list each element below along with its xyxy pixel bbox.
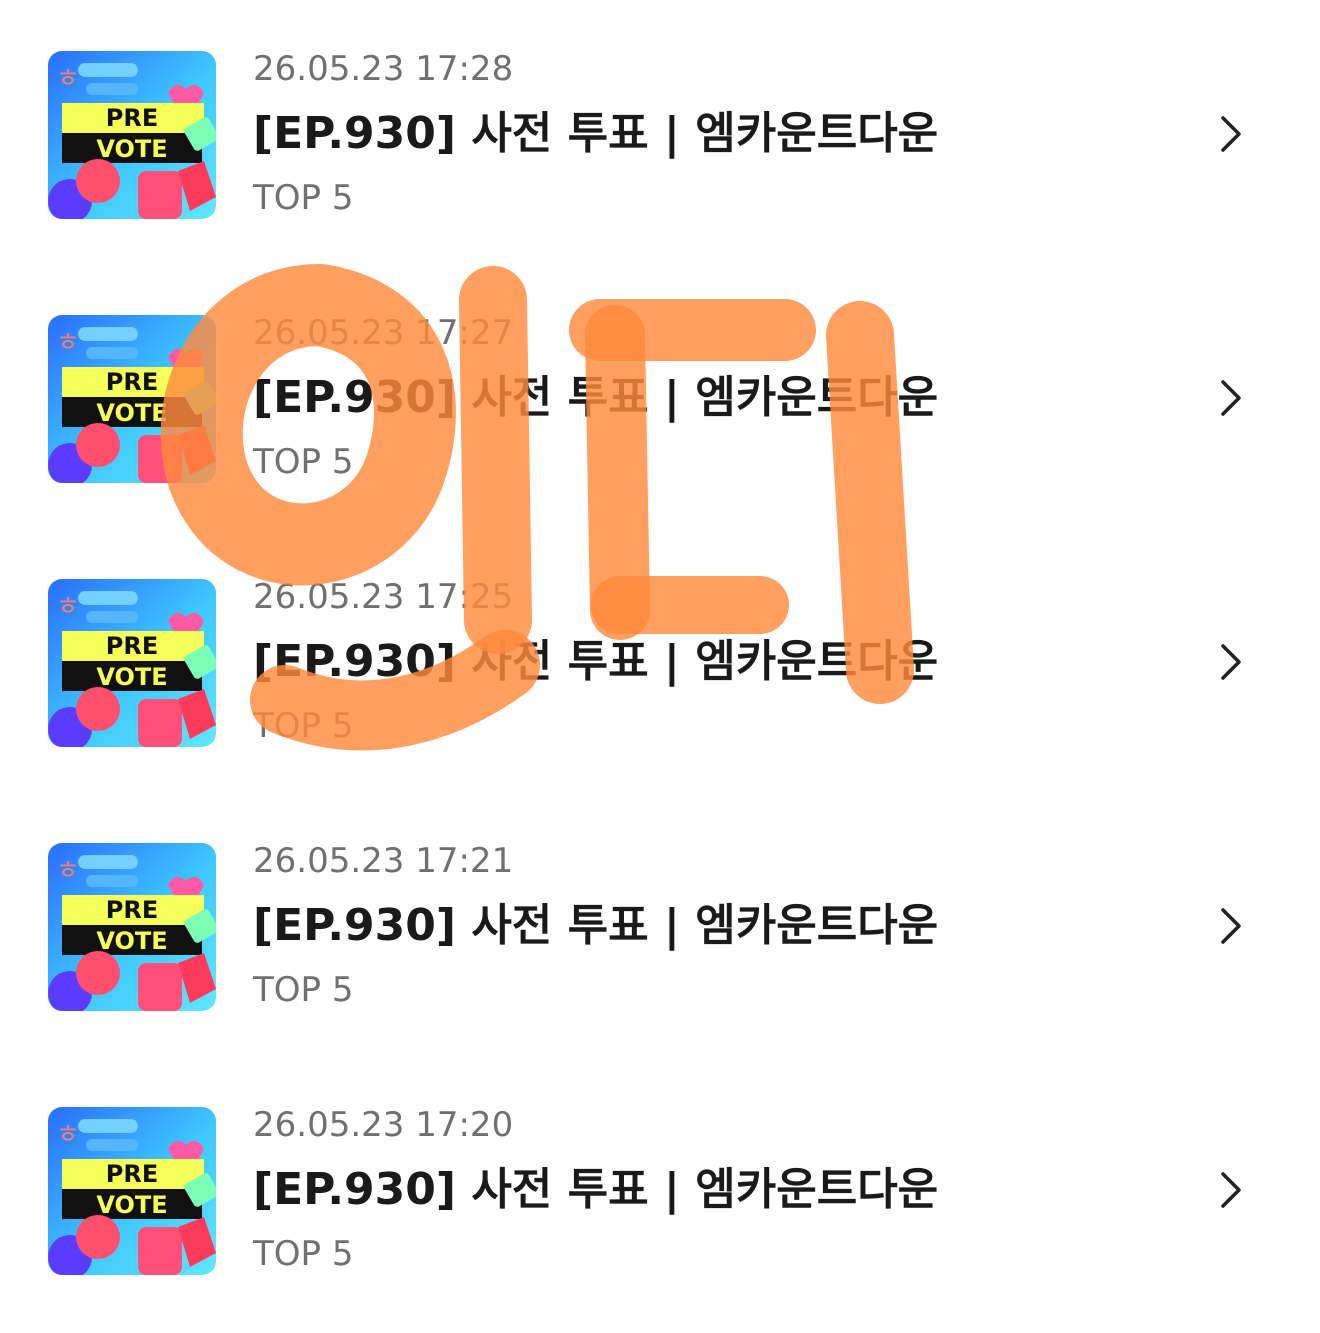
vote-timestamp: 26.05.23 17:27 bbox=[253, 313, 514, 353]
chevron-right-icon[interactable] bbox=[1210, 376, 1250, 420]
list-item[interactable]: ㅎ PRE VOTE 26.05.23 17:20 [EP.930] 사전 투표… bbox=[0, 1056, 1320, 1275]
vote-history-list: ㅎ PRE VOTE 26.05.23 17:28 [EP.930] 사전 투표… bbox=[0, 0, 1320, 1333]
chevron-right-icon[interactable] bbox=[1210, 1168, 1250, 1212]
vote-title: [EP.930] 사전 투표 | 엠카운트다운 bbox=[253, 1164, 939, 1215]
pre-vote-thumbnail: ㅎ PRE VOTE bbox=[48, 51, 216, 219]
pre-vote-thumbnail: ㅎ PRE VOTE bbox=[48, 315, 216, 483]
thumb-text-pre: PRE bbox=[106, 632, 158, 660]
list-item[interactable]: ㅎ PRE VOTE 26.05.23 17:27 [EP.930] 사전 투표… bbox=[0, 264, 1320, 483]
thumb-text-pre: PRE bbox=[106, 896, 158, 924]
chevron-right-icon[interactable] bbox=[1210, 640, 1250, 684]
vote-timestamp: 26.05.23 17:20 bbox=[253, 1105, 514, 1145]
thumb-glyph: ㅎ bbox=[56, 64, 80, 94]
thumb-glyph: ㅎ bbox=[56, 592, 80, 622]
thumb-text-pre: PRE bbox=[106, 1160, 158, 1188]
vote-title: [EP.930] 사전 투표 | 엠카운트다운 bbox=[253, 108, 939, 159]
chevron-right-icon[interactable] bbox=[1210, 112, 1250, 156]
vote-timestamp: 26.05.23 17:25 bbox=[253, 577, 514, 617]
thumb-text-vote: VOTE bbox=[96, 663, 167, 691]
pre-vote-thumbnail: ㅎ PRE VOTE bbox=[48, 579, 216, 747]
vote-timestamp: 26.05.23 17:28 bbox=[253, 49, 514, 89]
thumb-text-vote: VOTE bbox=[96, 1191, 167, 1219]
list-item[interactable]: ㅎ PRE VOTE 26.05.23 17:25 [EP.930] 사전 투표… bbox=[0, 528, 1320, 747]
thumb-text-vote: VOTE bbox=[96, 927, 167, 955]
thumb-glyph: ㅎ bbox=[56, 1120, 80, 1150]
pre-vote-thumbnail: ㅎ PRE VOTE bbox=[48, 843, 216, 1011]
vote-title: [EP.930] 사전 투표 | 엠카운트다운 bbox=[253, 900, 939, 951]
list-item[interactable]: ㅎ PRE VOTE 26.05.23 17:21 [EP.930] 사전 투표… bbox=[0, 792, 1320, 1011]
vote-subtitle: TOP 5 bbox=[253, 1234, 354, 1274]
vote-subtitle: TOP 5 bbox=[253, 442, 354, 482]
thumb-text-vote: VOTE bbox=[96, 399, 167, 427]
thumb-glyph: ㅎ bbox=[56, 328, 80, 358]
chevron-right-icon[interactable] bbox=[1210, 904, 1250, 948]
thumb-text-pre: PRE bbox=[106, 368, 158, 396]
thumb-text-pre: PRE bbox=[106, 104, 158, 132]
vote-subtitle: TOP 5 bbox=[253, 178, 354, 218]
vote-title: [EP.930] 사전 투표 | 엠카운트다운 bbox=[253, 372, 939, 423]
vote-timestamp: 26.05.23 17:21 bbox=[253, 841, 514, 881]
thumb-text-vote: VOTE bbox=[96, 135, 167, 163]
pre-vote-thumbnail: ㅎ PRE VOTE bbox=[48, 1107, 216, 1275]
list-item[interactable]: ㅎ PRE VOTE 26.05.23 17:28 [EP.930] 사전 투표… bbox=[0, 0, 1320, 219]
vote-subtitle: TOP 5 bbox=[253, 970, 354, 1010]
thumb-glyph: ㅎ bbox=[56, 856, 80, 886]
vote-subtitle: TOP 5 bbox=[253, 706, 354, 746]
vote-title: [EP.930] 사전 투표 | 엠카운트다운 bbox=[253, 636, 939, 687]
